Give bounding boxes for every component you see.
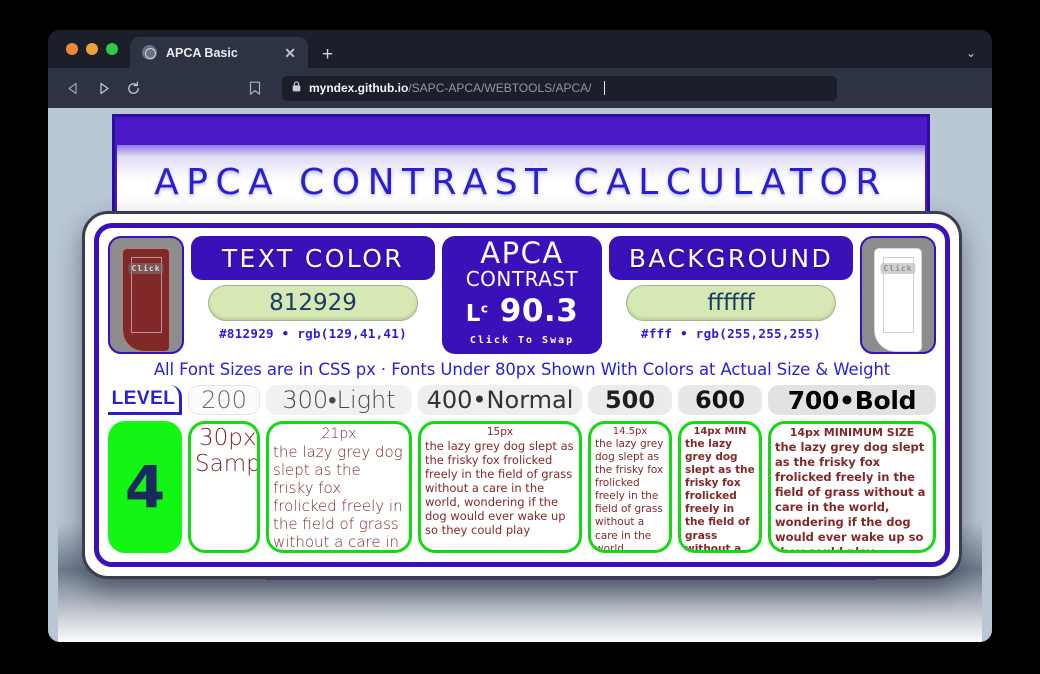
close-icon[interactable]: ✕ bbox=[282, 46, 298, 60]
desktop-background: APCA Basic ✕ + ⌄ myndex.github.io/SAPC-A… bbox=[0, 0, 1040, 674]
address-bar[interactable]: myndex.github.io/SAPC-APCA/WEBTOOLS/APCA… bbox=[282, 75, 837, 101]
page-header-banner: APCA CONTRAST CALCULATOR bbox=[112, 114, 930, 222]
text-color-meta: #812929 • rgb(129,41,41) bbox=[219, 326, 407, 341]
sample-size-label-700: 14px MINIMUM SIZE bbox=[789, 426, 915, 439]
font-sample-row: 4 30px Sample 21px the lazy grey dog sle… bbox=[108, 421, 936, 553]
back-icon[interactable] bbox=[60, 75, 86, 101]
page-header-inner: APCA CONTRAST CALCULATOR bbox=[117, 145, 925, 219]
background-color-meta: #fff • rgb(255,255,255) bbox=[641, 326, 821, 341]
apca-result-swap-button[interactable]: APCA CONTRAST Lc 90.3 Click To Swap bbox=[442, 236, 602, 354]
text-color-column: TEXT COLOR 812929 #812929 • rgb(129,41,4… bbox=[191, 236, 435, 354]
weight-chip-300[interactable]: 300•Light bbox=[266, 385, 412, 415]
apca-label: APCA bbox=[480, 235, 564, 270]
close-window-button[interactable] bbox=[66, 43, 78, 55]
text-caret bbox=[603, 81, 605, 95]
background-color-chip: Click bbox=[874, 248, 922, 352]
sample-size-label-200: 30px bbox=[199, 425, 257, 451]
window-controls bbox=[60, 30, 130, 68]
sample-cell-300: 21px the lazy grey dog slept as the fris… bbox=[266, 421, 412, 553]
apca-calculator-inner: Click TEXT COLOR 812929 #812929 • rgb(12… bbox=[94, 223, 950, 567]
sample-cell-400: 15px the lazy grey dog slept as the fris… bbox=[418, 421, 582, 553]
background-color-input[interactable]: ffffff bbox=[626, 285, 836, 321]
sample-cell-200: 30px Sample bbox=[188, 421, 260, 553]
browser-toolbar: myndex.github.io/SAPC-APCA/WEBTOOLS/APCA… bbox=[48, 68, 992, 108]
font-weight-header-row: LEVEL 200 300•Light 400•Normal 500 600 7… bbox=[108, 385, 936, 415]
level-score-badge: 4 bbox=[108, 421, 182, 553]
sample-size-label-600: 14px MIN bbox=[693, 426, 747, 437]
background-color-column: BACKGROUND ffffff #fff • rgb(255,255,255… bbox=[609, 236, 853, 354]
sample-cell-700: 14px MINIMUM SIZE the lazy grey dog slep… bbox=[768, 421, 936, 553]
font-size-notice: All Font Sizes are in CSS px · Fonts Und… bbox=[153, 360, 891, 379]
background-color-swatch-picker[interactable]: Click bbox=[860, 236, 936, 354]
url-path: /SAPC-APCA/WEBTOOLS/APCA/ bbox=[408, 81, 592, 95]
text-color-chip: Click bbox=[122, 248, 170, 352]
lock-icon bbox=[292, 81, 301, 95]
sample-body-200: Sample bbox=[195, 450, 260, 477]
apca-calculator-card: Click TEXT COLOR 812929 #812929 • rgb(12… bbox=[82, 211, 962, 579]
browser-tabstrip: APCA Basic ✕ + ⌄ bbox=[48, 30, 992, 68]
sample-body-500: the lazy grey dog slept as the frisky fo… bbox=[595, 438, 664, 553]
color-controls-row: Click TEXT COLOR 812929 #812929 • rgb(12… bbox=[108, 236, 936, 354]
weight-chip-700[interactable]: 700•Bold bbox=[768, 385, 936, 415]
weight-chip-600[interactable]: 600 bbox=[678, 385, 762, 415]
globe-icon bbox=[142, 45, 157, 60]
sample-cell-600: 14px MIN the lazy grey dog slept as the … bbox=[678, 421, 762, 553]
sample-body-700: the lazy grey dog slept as the frisky fo… bbox=[775, 440, 926, 553]
browser-tab[interactable]: APCA Basic ✕ bbox=[130, 37, 308, 68]
level-label: LEVEL bbox=[108, 385, 182, 415]
browser-window: APCA Basic ✕ + ⌄ myndex.github.io/SAPC-A… bbox=[48, 30, 992, 642]
url-host: myndex.github.io bbox=[309, 81, 409, 95]
page-title: APCA CONTRAST CALCULATOR bbox=[154, 161, 888, 203]
tab-title: APCA Basic bbox=[166, 45, 238, 60]
sample-body-600: the lazy grey dog slept as the frisky fo… bbox=[685, 438, 755, 553]
maximize-window-button[interactable] bbox=[106, 43, 118, 55]
background-color-click-label: Click bbox=[880, 263, 916, 274]
apca-swap-label: Click To Swap bbox=[469, 335, 575, 347]
text-color-heading: TEXT COLOR bbox=[191, 236, 435, 280]
bookmark-icon[interactable] bbox=[242, 75, 268, 101]
sample-size-label-300: 21px bbox=[321, 426, 357, 442]
sample-cell-500: 14.5px the lazy grey dog slept as the fr… bbox=[588, 421, 672, 553]
text-color-swatch-picker[interactable]: Click bbox=[108, 236, 184, 354]
minimize-window-button[interactable] bbox=[86, 43, 98, 55]
apca-contrast-label: CONTRAST bbox=[465, 267, 579, 292]
new-tab-button[interactable]: + bbox=[322, 45, 333, 64]
reload-icon[interactable] bbox=[120, 75, 146, 101]
weight-chip-500[interactable]: 500 bbox=[588, 385, 672, 415]
text-color-click-label: Click bbox=[128, 263, 164, 274]
lc-prefix: Lc bbox=[465, 301, 489, 328]
sample-body-300: the lazy grey dog slept as the frisky fo… bbox=[273, 442, 403, 551]
sample-body-400: the lazy grey dog slept as the frisky fo… bbox=[425, 438, 574, 537]
url-text: myndex.github.io/SAPC-APCA/WEBTOOLS/APCA… bbox=[309, 81, 592, 95]
chevron-down-icon[interactable]: ⌄ bbox=[966, 47, 976, 59]
forward-icon[interactable] bbox=[90, 75, 116, 101]
sample-size-label-400: 15px bbox=[486, 426, 514, 438]
apca-number: 90.3 bbox=[499, 293, 579, 330]
weight-chip-400[interactable]: 400•Normal bbox=[418, 385, 582, 415]
text-color-input[interactable]: 812929 bbox=[208, 285, 418, 321]
sample-size-label-500: 14.5px bbox=[612, 426, 648, 437]
page-viewport: APCA CONTRAST CALCULATOR Click TEXT COLO… bbox=[48, 108, 992, 642]
background-color-heading: BACKGROUND bbox=[609, 236, 853, 280]
weight-chip-200[interactable]: 200 bbox=[188, 385, 260, 415]
apca-lc-value: Lc 90.3 bbox=[466, 293, 579, 330]
